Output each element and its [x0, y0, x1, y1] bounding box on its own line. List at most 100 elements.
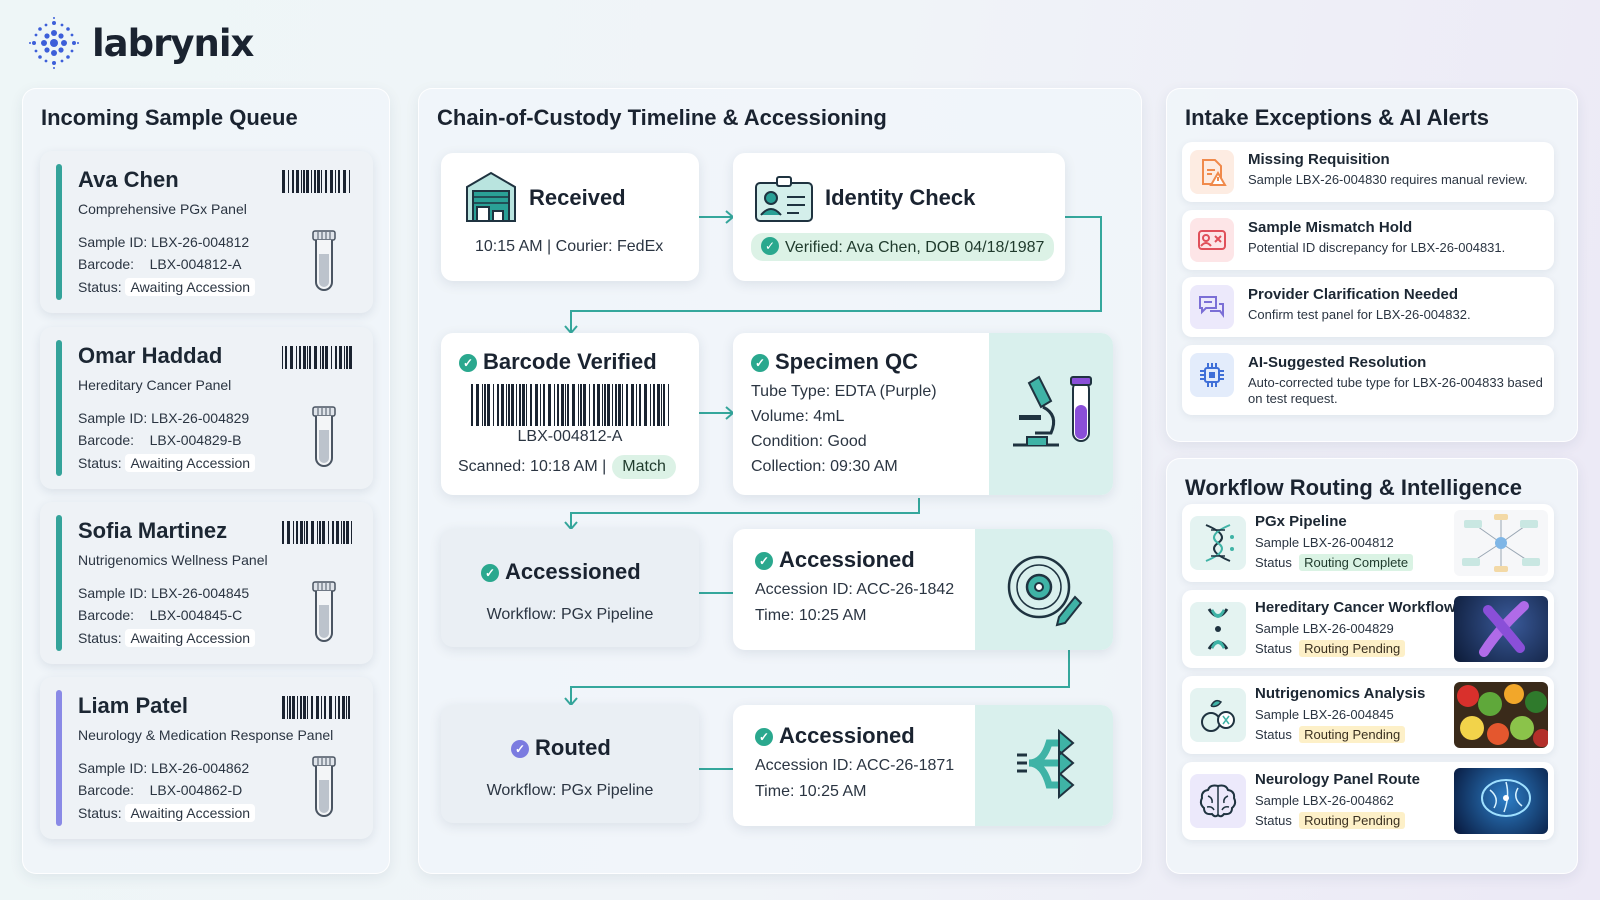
routing-illustration-box [975, 705, 1113, 826]
accession-id-1842: Accession ID: ACC-26-1842 [755, 581, 955, 598]
routing-card[interactable]: Neurology Panel Route Sample LBX-26-0048… [1182, 762, 1554, 840]
route-sample: Sample LBX-26-004829 [1255, 621, 1394, 636]
accession-title-1842: ✓ Accessioned [755, 547, 915, 573]
patient-name: Ava Chen [78, 167, 179, 192]
accession-time-1871: Time: 10:25 AM [755, 783, 867, 800]
patient-name: Liam Patel [78, 693, 189, 718]
queue-card[interactable]: Ava Chen Comprehensive PGx Panel Sample … [40, 151, 373, 313]
panel-title: Chain-of-Custody Timeline & Accessioning [437, 105, 887, 130]
status-label: Status: [78, 630, 122, 646]
qc-condition: Condition: Good [751, 433, 867, 450]
barcode-icon [282, 346, 352, 369]
document-warning-icon [1190, 150, 1234, 194]
route-status-label: Status [1255, 813, 1292, 828]
accession-id-card-1871[interactable]: ✓ Accessioned Accession ID: ACC-26-1871 T… [733, 705, 1113, 826]
routing-card[interactable]: Nutrigenomics Analysis Sample LBX-26-004… [1182, 676, 1554, 754]
chip-icon [1190, 353, 1234, 397]
barcode-verified-title: ✓ Barcode Verified [459, 349, 657, 375]
barcode-icon [282, 696, 350, 719]
workflow-map-thumbnail [1454, 510, 1548, 576]
route-thumbnail [1454, 510, 1548, 576]
specimen-qc-card[interactable]: ✓ Specimen QC Tube Type: EDTA (Purple) Vo… [733, 333, 1113, 495]
id-mismatch-icon [1190, 218, 1234, 262]
queue-card[interactable]: Omar Haddad Hereditary Cancer Panel Samp… [40, 327, 373, 489]
panel-title: Intake Exceptions & AI Alerts [1185, 105, 1490, 130]
brand-logo[interactable]: labrynix [26, 14, 254, 72]
barcode-label: Barcode: [78, 256, 135, 272]
brain-scan-thumbnail [1454, 768, 1548, 834]
exception-alert-card[interactable]: Sample Mismatch Hold Potential ID discre… [1182, 210, 1554, 270]
barcode-icon [282, 170, 350, 193]
split-arrows-icon [1017, 728, 1075, 800]
sample-id: Sample ID: LBX-26-004829 [78, 410, 250, 426]
patient-name: Sofia Martinez [78, 518, 228, 543]
routed-label: Routed [535, 735, 611, 760]
queue-card[interactable]: Sofia Martinez Nutrigenomics Wellness Pa… [40, 502, 373, 664]
accessioned-title: ✓ Accessioned [481, 559, 641, 585]
brand-name: labrynix [92, 21, 254, 65]
status-label: Status: [78, 805, 122, 821]
barcode-label: Barcode: [78, 432, 135, 448]
barcode-line: Barcode: LBX-004829-B [78, 432, 241, 448]
route-thumbnail [1454, 682, 1548, 748]
warehouse-icon [466, 171, 516, 222]
exception-alert-card[interactable]: Provider Clarification Needed Confirm te… [1182, 277, 1554, 337]
route-status-line: Status Routing Complete [1255, 554, 1414, 571]
accession-label: Accessioned [779, 547, 915, 572]
panel-title: Workflow Routing & Intelligence [1185, 475, 1522, 500]
route-thumbnail [1454, 596, 1548, 662]
barcode-value: LBX-004845-C [149, 607, 243, 623]
exception-alert-card[interactable]: AI-Suggested Resolution Auto-corrected t… [1182, 345, 1554, 415]
intake-exceptions-panel: Intake Exceptions & AI Alerts Missing Re… [1166, 88, 1578, 442]
status-accent-bar [56, 690, 62, 826]
status-line: Status: Awaiting Accession [78, 804, 256, 822]
microscope-icon [1013, 375, 1092, 447]
status-accent-bar [56, 515, 62, 651]
test-tube-icon [312, 756, 336, 817]
route-status-badge: Routing Pending [1299, 812, 1406, 829]
barcode-icon [282, 521, 352, 544]
check-icon: ✓ [755, 552, 773, 570]
accessioned-label: Accessioned [505, 559, 641, 584]
test-panel: Hereditary Cancer Panel [78, 377, 232, 393]
accessioned-workflow-card[interactable]: ✓ Accessioned Workflow: PGx Pipeline [441, 529, 699, 647]
barcode-graphic [471, 384, 669, 426]
identity-check-card[interactable]: Identity Check ✓ Verified: Ava Chen, DOB … [733, 153, 1065, 281]
exception-alert-card[interactable]: Missing Requisition Sample LBX-26-004830… [1182, 142, 1554, 202]
identity-verified-pill: ✓ Verified: Ava Chen, DOB 04/18/1987 [751, 233, 1055, 261]
accession-label: Accessioned [779, 723, 915, 748]
received-card[interactable]: Received 10:15 AM | Courier: FedEx [441, 153, 699, 281]
route-status-line: Status Routing Pending [1255, 640, 1406, 657]
workflow-routing-panel: Workflow Routing & Intelligence PGx Pipe… [1166, 458, 1578, 874]
barcode-verified-card[interactable]: ✓ Barcode Verified LBX-004812-A Scanned: … [441, 333, 699, 495]
check-icon: ✓ [459, 354, 477, 372]
accession-time-1842: Time: 10:25 AM [755, 607, 867, 624]
accession-id-1871: Accession ID: ACC-26-1871 [755, 757, 955, 774]
routed-title: ✓ Routed [511, 735, 611, 761]
alert-title: Missing Requisition [1248, 151, 1390, 168]
routed-card[interactable]: ✓ Routed Workflow: PGx Pipeline [441, 705, 699, 823]
route-title: Nutrigenomics Analysis [1255, 685, 1426, 702]
queue-card[interactable]: Liam Patel Neurology & Medication Respon… [40, 677, 373, 839]
chat-bubbles-icon [1190, 285, 1234, 329]
alert-description: Confirm test panel for LBX-26-004832. [1248, 307, 1471, 322]
route-sample: Sample LBX-26-004845 [1255, 707, 1394, 722]
match-badge: Match [612, 455, 676, 479]
alert-description: Sample LBX-26-004830 requires manual rev… [1248, 172, 1528, 187]
panel-title: Incoming Sample Queue [41, 105, 298, 130]
qc-tube: Tube Type: EDTA (Purple) [751, 383, 937, 400]
status-accent-bar [56, 340, 62, 476]
status-line: Status: Awaiting Accession [78, 454, 256, 472]
alert-title: Sample Mismatch Hold [1248, 219, 1413, 236]
routing-card[interactable]: Hereditary Cancer Workflow Sample LBX-26… [1182, 590, 1554, 668]
accession-id-card-1842[interactable]: ✓ Accessioned Accession ID: ACC-26-1842 T… [733, 529, 1113, 650]
routing-card[interactable]: PGx Pipeline Sample LBX-26-004812 Status… [1182, 504, 1554, 582]
qc-title: ✓ Specimen QC [751, 349, 918, 375]
alert-title: AI-Suggested Resolution [1248, 354, 1427, 371]
route-status-label: Status [1255, 727, 1292, 742]
status-line: Status: Awaiting Accession [78, 278, 256, 296]
sample-id: Sample ID: LBX-26-004845 [78, 585, 250, 601]
accessioned-workflow: Workflow: PGx Pipeline [486, 606, 654, 623]
status-accent-bar [56, 164, 62, 300]
chain-of-custody-panel: Chain-of-Custody Timeline & Accessioning… [418, 88, 1142, 874]
